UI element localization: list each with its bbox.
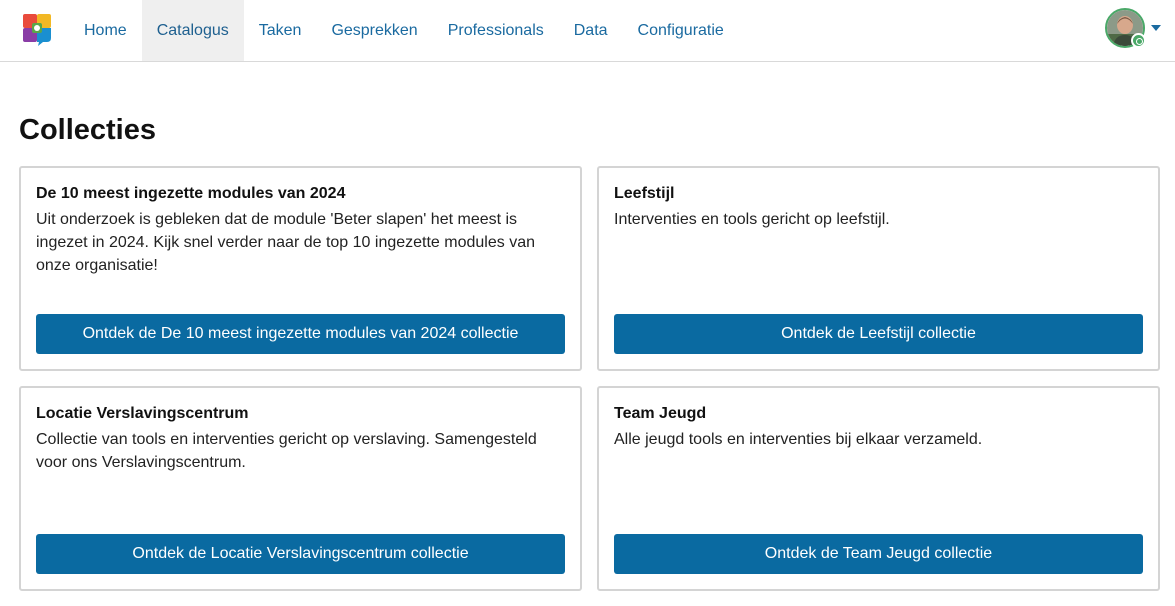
collection-description: Interventies en tools gericht op leefsti… [614,211,890,228]
collection-card: Team Jeugd Alle jeugd tools en intervent… [597,386,1160,591]
collection-description: Collectie van tools en interventies geri… [36,431,537,471]
collection-description: Uit onderzoek is gebleken dat de module … [36,211,535,274]
nav-item-home[interactable]: Home [69,0,142,61]
avatar[interactable] [1105,8,1146,48]
user-menu[interactable] [1105,8,1161,48]
nav-item-gesprekken[interactable]: Gesprekken [316,0,432,61]
collections-grid: De 10 meest ingezette modules van 2024 U… [19,166,1160,591]
app-logo-icon[interactable] [21,12,53,46]
nav-item-taken[interactable]: Taken [244,0,317,61]
collection-title: Locatie Verslavingscentrum [36,405,249,422]
collection-title: Leefstijl [614,185,675,202]
nav-item-data[interactable]: Data [559,0,623,61]
collection-card: Locatie Verslavingscentrum Collectie van… [19,386,582,591]
online-status-icon [1131,33,1146,48]
collection-description: Alle jeugd tools en interventies bij elk… [614,431,983,448]
nav-item-configuratie[interactable]: Configuratie [623,0,739,61]
collection-card: Leefstijl Interventies en tools gericht … [597,166,1160,371]
top-navbar: Home Catalogus Taken Gesprekken Professi… [0,0,1175,62]
collection-title: Team Jeugd [614,405,707,422]
explore-collection-button[interactable]: Ontdek de Leefstijl collectie [614,314,1143,354]
nav-item-catalogus[interactable]: Catalogus [141,0,244,61]
explore-collection-button[interactable]: Ontdek de Locatie Verslavingscentrum col… [36,534,565,574]
collection-title: De 10 meest ingezette modules van 2024 [36,185,346,202]
chevron-down-icon[interactable] [1151,25,1161,31]
main-nav: Home Catalogus Taken Gesprekken Professi… [69,0,739,61]
nav-item-professionals[interactable]: Professionals [433,0,559,61]
collection-card: De 10 meest ingezette modules van 2024 U… [19,166,582,371]
explore-collection-button[interactable]: Ontdek de De 10 meest ingezette modules … [36,314,565,354]
explore-collection-button[interactable]: Ontdek de Team Jeugd collectie [614,534,1143,574]
page-title: Collecties [19,114,156,146]
